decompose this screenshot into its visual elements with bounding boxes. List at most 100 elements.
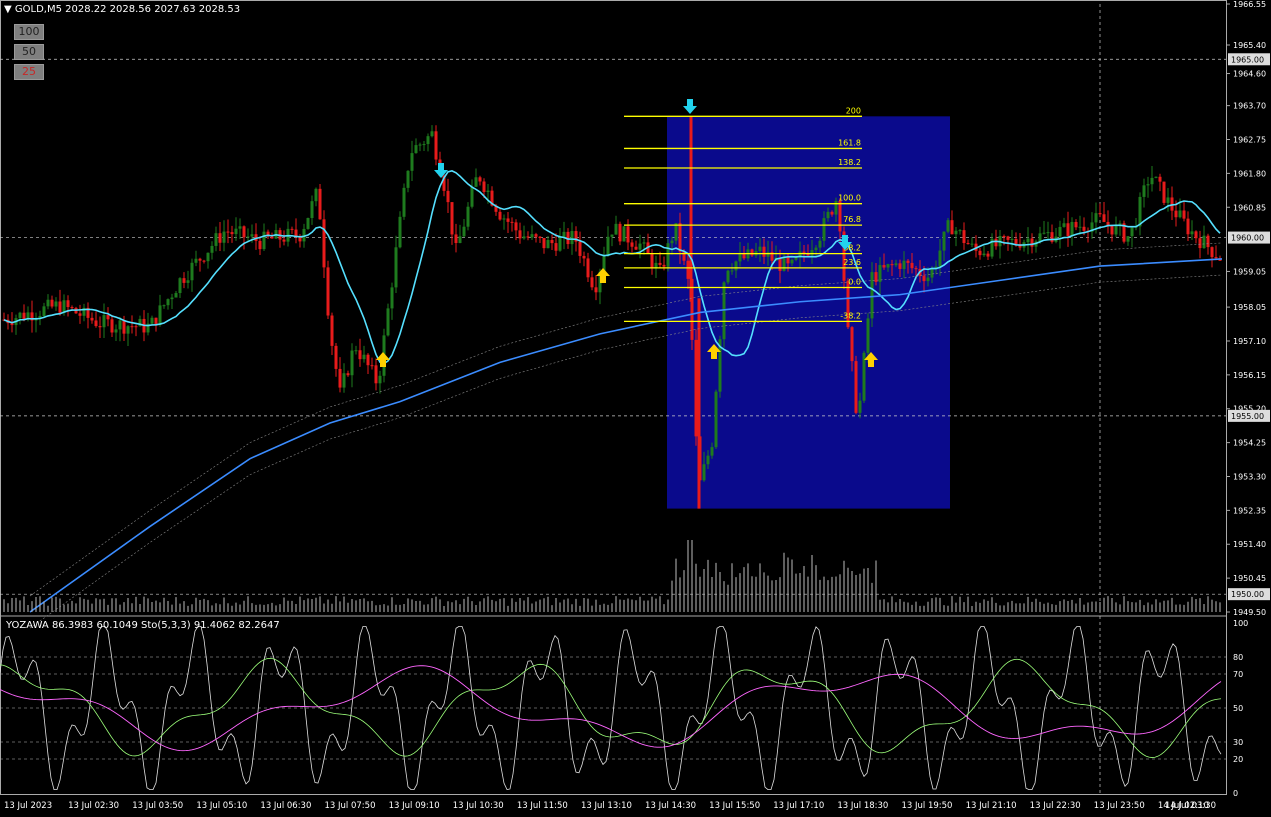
y-tick-label: 1959.05 bbox=[1233, 267, 1266, 276]
candle-body bbox=[1174, 210, 1178, 218]
osc-tick-label: 50 bbox=[1233, 704, 1243, 713]
candle-body bbox=[1098, 213, 1102, 215]
candle-body bbox=[686, 260, 690, 279]
candle-body bbox=[66, 300, 70, 308]
dropdown-triangle-icon[interactable]: ▼ bbox=[4, 4, 12, 15]
candle-body bbox=[198, 258, 202, 261]
osc-tick-label: 20 bbox=[1233, 755, 1243, 764]
candle-body bbox=[626, 226, 630, 243]
candle-body bbox=[546, 239, 550, 249]
yozawa-values: YOZAWA 86.3983 60.1049 bbox=[6, 620, 138, 631]
candle-body bbox=[1066, 223, 1070, 236]
candle-body bbox=[70, 307, 74, 309]
candle-body bbox=[414, 145, 418, 154]
candle-body bbox=[994, 238, 998, 247]
candle-body bbox=[50, 299, 54, 307]
x-tick-label: 13 Jul 19:50 bbox=[901, 801, 952, 811]
candle-body bbox=[1150, 177, 1154, 185]
candle-body bbox=[702, 464, 706, 481]
candle-body bbox=[310, 201, 314, 219]
y-tick-label: 1961.80 bbox=[1233, 169, 1266, 178]
fib-level-label: 76.8 bbox=[843, 215, 861, 224]
candle-body bbox=[206, 252, 210, 262]
candle-body bbox=[126, 326, 130, 334]
candle-body bbox=[838, 200, 842, 232]
candle-body bbox=[466, 206, 470, 227]
chart-svg[interactable]: 200161.8138.2100.076.838.223.60.0-38.219… bbox=[0, 0, 1271, 813]
price-label-text: 1950.00 bbox=[1231, 590, 1264, 599]
candle-body bbox=[114, 329, 118, 333]
candle-body bbox=[978, 250, 982, 256]
candle-body bbox=[986, 253, 990, 257]
candle-body bbox=[282, 239, 286, 242]
candle-body bbox=[498, 211, 502, 220]
fib-level-label: 0.0 bbox=[848, 277, 861, 286]
chart-container[interactable]: 200 161.8 138.2 100.0 76.8 38.2 23.6 0.0 -38.2 19… bbox=[0, 0, 1271, 813]
candle-body bbox=[818, 240, 822, 248]
candle-body bbox=[750, 249, 754, 256]
candle-body bbox=[910, 262, 914, 269]
candle-body bbox=[46, 299, 50, 307]
candle-body bbox=[430, 131, 434, 137]
osc-tick-label: 100 bbox=[1233, 619, 1248, 628]
candle-body bbox=[926, 277, 930, 282]
y-tick-label: 1958.05 bbox=[1233, 303, 1266, 312]
candle-body bbox=[1182, 210, 1186, 219]
candle-body bbox=[322, 219, 326, 268]
candle-body bbox=[1106, 221, 1110, 226]
candle-body bbox=[22, 312, 26, 320]
candle-body bbox=[1202, 235, 1206, 249]
candle-body bbox=[678, 223, 682, 252]
fib-level-label: 200 bbox=[846, 106, 861, 115]
candle-body bbox=[1138, 196, 1142, 227]
candle-body bbox=[242, 226, 246, 238]
candle-body bbox=[246, 236, 250, 238]
x-tick-label: 13 Jul 17:10 bbox=[773, 801, 824, 811]
candle-body bbox=[594, 287, 598, 293]
scale-button-25[interactable]: 25 bbox=[14, 64, 44, 80]
candle-body bbox=[1146, 184, 1150, 186]
candle-body bbox=[878, 265, 882, 282]
scale-button-50[interactable]: 50 bbox=[14, 44, 44, 60]
candle-body bbox=[210, 245, 214, 253]
candle-body bbox=[222, 231, 226, 243]
candle-body bbox=[962, 230, 966, 244]
candle-body bbox=[1070, 221, 1074, 236]
candles-layer bbox=[2, 125, 1222, 482]
candle-body bbox=[318, 188, 322, 220]
candle-body bbox=[478, 177, 482, 182]
candle-body bbox=[1078, 226, 1082, 228]
candle-body bbox=[1102, 214, 1106, 222]
candle-body bbox=[722, 282, 726, 340]
candle-body bbox=[866, 318, 870, 353]
candle-body bbox=[174, 293, 178, 298]
candle-body bbox=[758, 246, 762, 252]
candle-body bbox=[790, 259, 794, 264]
candle-body bbox=[366, 354, 370, 366]
candle-body bbox=[590, 277, 594, 288]
candle-body bbox=[638, 243, 642, 250]
stoch-signal-line bbox=[0, 657, 1222, 758]
candle-body bbox=[862, 352, 866, 401]
candle-body bbox=[166, 299, 170, 306]
candle-body bbox=[334, 345, 338, 369]
symbol-header: ▼ GOLD,M5 2028.22 2028.56 2027.63 2028.5… bbox=[4, 4, 240, 15]
x-tick-label: 13 Jul 2023 bbox=[4, 801, 52, 811]
candle-body bbox=[294, 229, 298, 237]
candle-body bbox=[1166, 197, 1170, 203]
y-tick-label: 1966.55 bbox=[1233, 0, 1266, 9]
y-tick-label: 1953.30 bbox=[1233, 472, 1266, 481]
candle-body bbox=[510, 221, 514, 223]
candle-body bbox=[482, 181, 486, 192]
scale-button-100[interactable]: 100 bbox=[14, 24, 44, 40]
candle-body bbox=[1178, 210, 1182, 218]
x-tick-label: 13 Jul 13:10 bbox=[581, 801, 632, 811]
candle-body bbox=[234, 228, 238, 235]
y-tick-label: 1952.35 bbox=[1233, 506, 1266, 515]
y-tick-label: 1960.85 bbox=[1233, 203, 1266, 212]
candle-body bbox=[762, 246, 766, 257]
fib-level-label: 138.2 bbox=[838, 158, 861, 167]
candle-body bbox=[710, 447, 714, 456]
y-tick-label: 1964.60 bbox=[1233, 70, 1266, 79]
candle-body bbox=[258, 240, 262, 250]
